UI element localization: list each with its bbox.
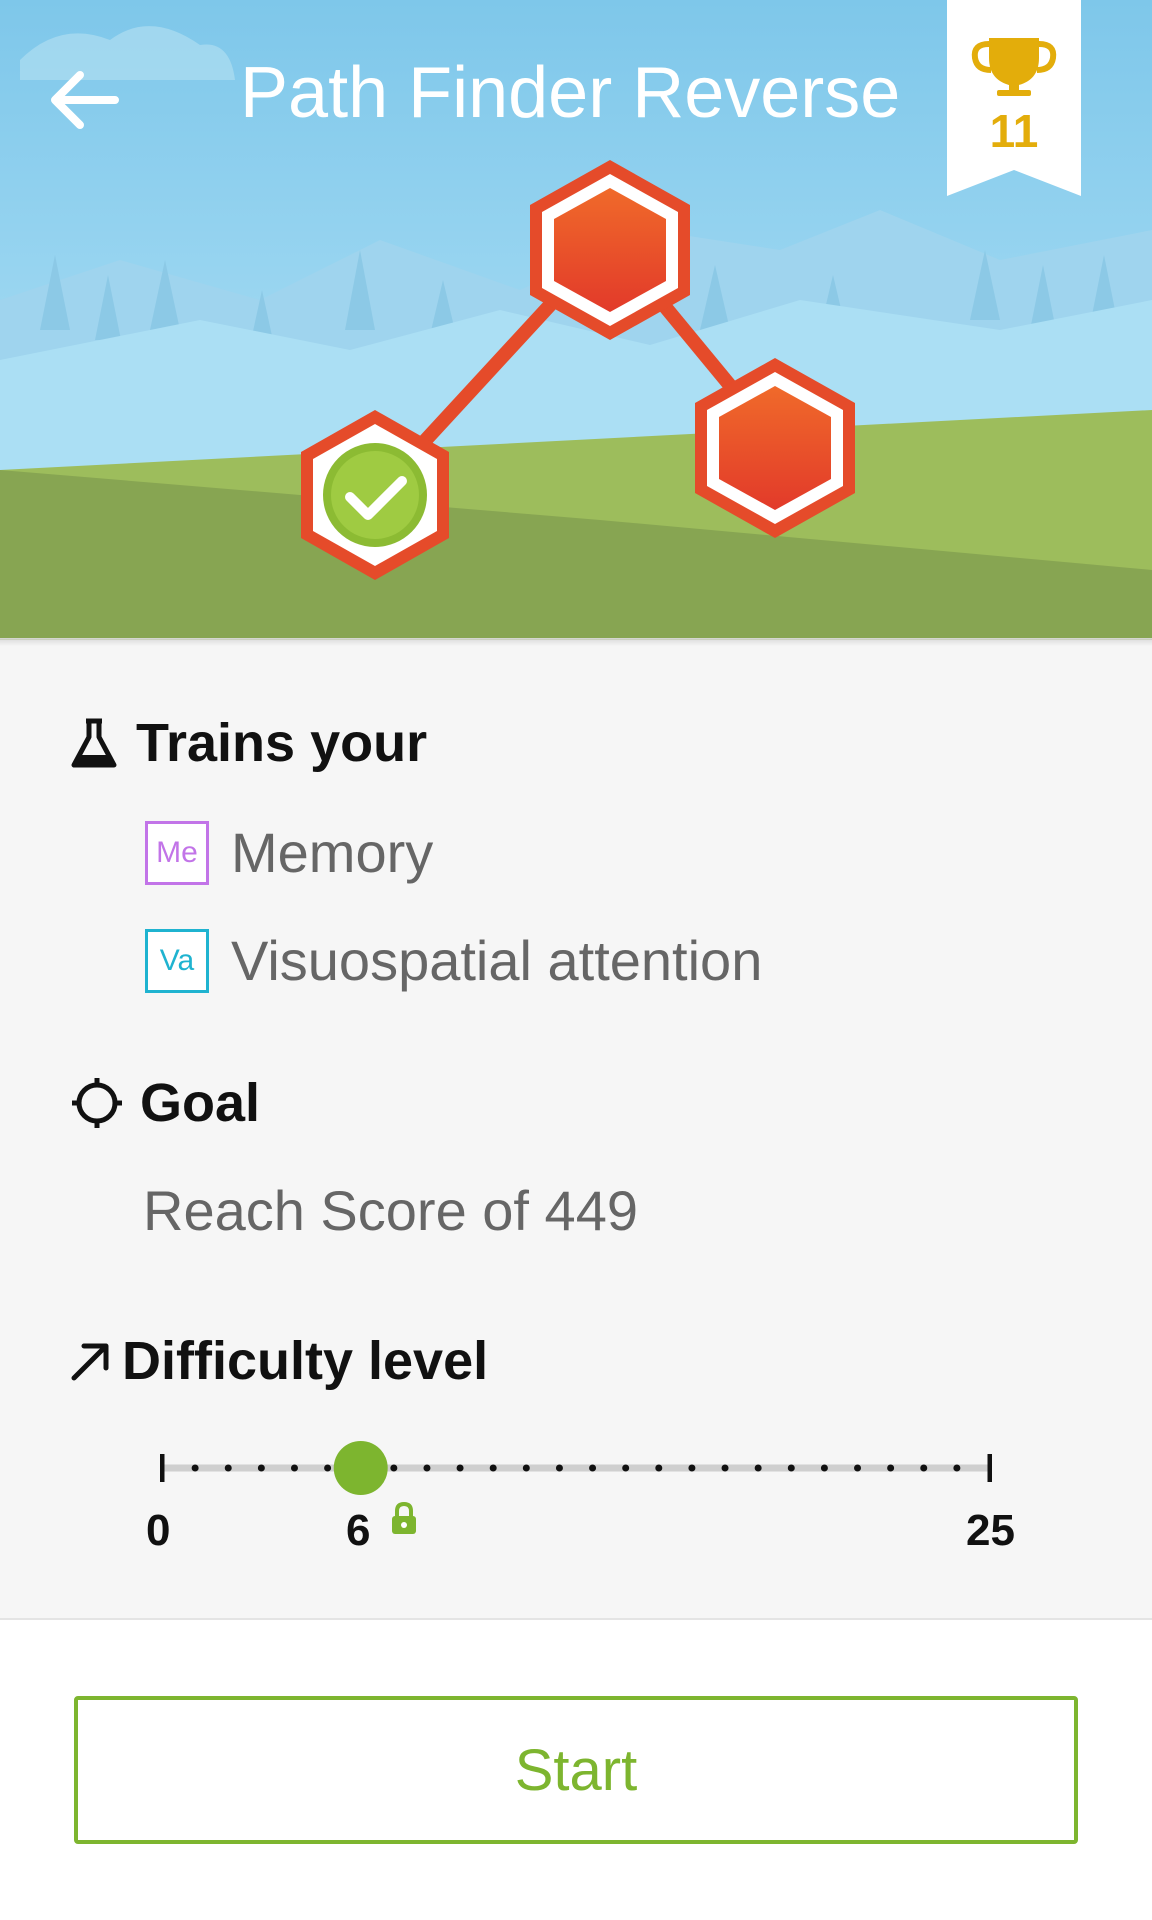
hero-banner: Path Finder Reverse 11 (0, 0, 1152, 640)
slider-step-dot (953, 1464, 961, 1472)
slider-step-dot (854, 1464, 862, 1472)
slider-step-dot (324, 1464, 332, 1472)
slider-step-dot (589, 1464, 597, 1472)
slider-step-dot (555, 1464, 563, 1472)
trophy-badge[interactable]: 11 (947, 0, 1081, 196)
skill-visuospatial: Va Visuospatial attention (145, 928, 762, 993)
skill-label: Memory (231, 821, 434, 884)
slider-step-dot (456, 1464, 464, 1472)
slider-step-dot (489, 1464, 497, 1472)
trains-heading-label: Trains your (136, 713, 428, 773)
flask-icon (68, 715, 120, 771)
goal-heading: Goal (70, 1072, 260, 1134)
difficulty-heading: Difficulty level (68, 1330, 488, 1392)
visuospatial-skill-icon: Va (145, 928, 209, 993)
slider-step-dot (522, 1464, 530, 1472)
trains-heading: Trains your (68, 712, 427, 774)
back-button[interactable] (40, 55, 130, 145)
slider-step-dot (191, 1464, 199, 1472)
difficulty-track (160, 1441, 992, 1495)
memory-skill-icon: Me (145, 820, 209, 885)
goal-text: Reach Score of 449 (143, 1179, 638, 1242)
slider-step-dot (622, 1464, 630, 1472)
footer: Start (0, 1618, 1152, 1920)
difficulty-max-label: 25 (966, 1506, 1015, 1555)
difficulty-heading-label: Difficulty level (122, 1331, 489, 1391)
slider-thumb[interactable] (333, 1441, 388, 1495)
skill-label: Visuospatial attention (231, 929, 763, 992)
slider-step-dot (257, 1464, 265, 1472)
slider-step-dot (787, 1464, 795, 1472)
difficulty-min-label: 0 (146, 1506, 171, 1555)
slider-step-dot (721, 1464, 729, 1472)
arrow-up-right-icon (68, 1338, 114, 1384)
slider-step-dot (655, 1464, 663, 1472)
difficulty-current-label: 6 (346, 1506, 371, 1555)
start-button[interactable]: Start (74, 1696, 1078, 1844)
goal-heading-label: Goal (140, 1073, 261, 1133)
slider-step-dot (887, 1464, 895, 1472)
path-node-icon (695, 358, 855, 538)
slider-step-dot (820, 1464, 828, 1472)
slider-step-dot (224, 1464, 232, 1472)
hero-shadow (0, 638, 1152, 646)
page-title: Path Finder Reverse (240, 53, 901, 133)
trophy-count: 11 (989, 105, 1039, 157)
slider-step-dot (390, 1464, 398, 1472)
slider-step-dot (688, 1464, 696, 1472)
slider-step-dot (920, 1464, 928, 1472)
slider-step-dot (754, 1464, 762, 1472)
difficulty-slider[interactable]: 0 6 25 (146, 1430, 1015, 1555)
arrow-left-icon (51, 71, 119, 129)
slider-step-dot (423, 1464, 431, 1472)
target-icon (70, 1076, 124, 1130)
skill-memory: Me Memory (145, 820, 433, 885)
slider-step-dot (290, 1464, 298, 1472)
